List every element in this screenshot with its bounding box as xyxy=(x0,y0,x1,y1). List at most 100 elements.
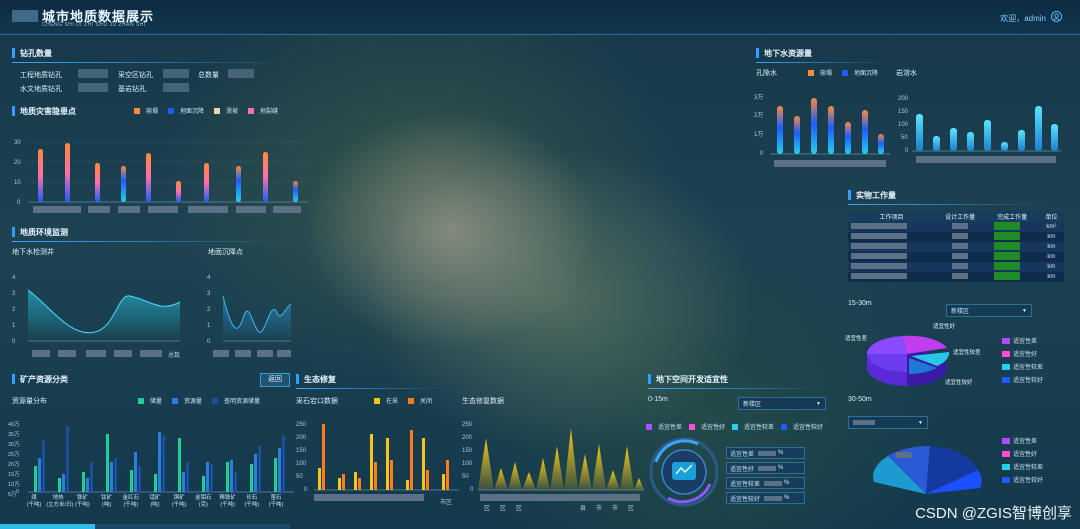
x-tick: 钛矿 (吨) xyxy=(101,495,113,508)
legend-item: 适宜性较好 xyxy=(1002,373,1043,386)
x-tick: 煤 (千吨) xyxy=(26,495,42,508)
legend-label: 适宜性较差 xyxy=(744,425,775,431)
suitability-gauge xyxy=(649,437,719,507)
legend-swatch xyxy=(1002,437,1010,444)
mineral-bar xyxy=(182,472,185,492)
table-row[interactable]: km xyxy=(848,262,1064,272)
workload-table: 工作项目 设计工作量 完成工作量 单位 km² km km km km km xyxy=(848,211,1064,282)
quarry-bar xyxy=(374,462,377,490)
completed-value xyxy=(994,272,1021,280)
table-row[interactable]: km² xyxy=(848,222,1064,232)
y-tick: 200 xyxy=(462,435,473,441)
legend-swatch xyxy=(1002,476,1010,483)
back-button[interactable]: 返回 xyxy=(260,373,290,387)
header: 城市地质数据展示 CHENG SHI DI ZHI SHU JU ZHAN SH… xyxy=(0,0,1080,35)
hazard-bar xyxy=(38,149,43,202)
district-select-2[interactable]: 新楼区 ▼ xyxy=(946,304,1032,317)
unit: km xyxy=(1047,264,1056,270)
hazard-bar xyxy=(263,152,268,202)
percent-sign: % xyxy=(778,450,784,456)
unit: km xyxy=(1047,244,1056,250)
mineral-bar xyxy=(206,462,209,492)
x-tick: 市 xyxy=(612,504,618,512)
suitability-legend-2: 适宜性差 适宜性好 适宜性较差 适宜性较好 xyxy=(1002,434,1043,486)
legend-swatch xyxy=(1002,337,1010,344)
mineral-bar xyxy=(282,436,285,492)
y-tick: 4 xyxy=(12,275,16,281)
mineral-bar xyxy=(42,440,45,492)
y-tick: 50 xyxy=(462,474,469,480)
quarry-bar xyxy=(354,472,357,490)
y-tick: 1 xyxy=(207,323,211,329)
section-eco: 生态修复 xyxy=(296,372,446,389)
groundwater-legend: 崩塌 地面沉降 xyxy=(808,68,878,77)
y-tick: 0 xyxy=(304,487,308,493)
user-icon[interactable] xyxy=(1051,11,1062,22)
legend-label: 地面沉降 xyxy=(854,71,879,77)
page-subtitle: CHENG SHI DI ZHI SHU JU ZHAN SHI xyxy=(42,22,146,28)
karst-water-label: 岩溶水 xyxy=(896,70,917,77)
restore-peak xyxy=(592,444,606,490)
karst-bar xyxy=(916,114,923,151)
welcome-text[interactable]: 欢迎，admin xyxy=(1000,13,1046,24)
x-tick: 区 xyxy=(500,505,506,512)
resource-dist-label: 资源量分布 xyxy=(12,398,47,405)
drill-value xyxy=(163,69,189,78)
legend-label: 适宜性较好 xyxy=(1013,478,1044,484)
restore-peak xyxy=(564,428,578,490)
suitability-row-label: 适宜性好 xyxy=(730,466,755,473)
mineral-bar xyxy=(106,434,109,492)
y-tick: 1 xyxy=(12,323,16,329)
bottom-scrollbar[interactable] xyxy=(0,524,290,529)
table-row[interactable]: km xyxy=(848,242,1064,252)
table-row[interactable]: km xyxy=(848,272,1064,282)
legend-label: 适宜性好 xyxy=(701,425,726,431)
under-legend: 适宜性差 适宜性好 适宜性较差 适宜性较好 xyxy=(646,422,823,431)
quarry-bar xyxy=(422,438,425,490)
mineral-bar xyxy=(250,464,253,492)
district-select-3[interactable]: ▼ xyxy=(848,416,928,429)
mineral-bar xyxy=(258,446,261,492)
suitability-legend-1: 适宜性差 适宜性好 适宜性较差 适宜性较好 xyxy=(1002,334,1043,386)
suitability-value xyxy=(758,465,777,471)
quarry-bar xyxy=(410,430,413,490)
x-tick: 铁矿 (千吨) xyxy=(75,495,90,508)
mineral-bar xyxy=(62,474,65,492)
mineral-bar xyxy=(114,458,117,492)
quarry-bar xyxy=(426,470,429,490)
section-title: 地下空间开发适宜性 xyxy=(656,374,728,384)
mineral-bar xyxy=(86,478,89,492)
percent-sign: % xyxy=(784,480,790,486)
section-title: 地下水资源量 xyxy=(764,48,812,58)
legend-label: 适宜性较差 xyxy=(1013,365,1044,371)
y-tick: 100 xyxy=(898,122,909,128)
mineral-bar xyxy=(254,454,257,492)
percent-sign: % xyxy=(778,465,784,471)
depth-label-3: 30-50m xyxy=(848,396,872,403)
legend-label: 适宜性好 xyxy=(1013,352,1038,358)
mineral-bar xyxy=(278,448,281,492)
scrollbar-thumb[interactable] xyxy=(0,524,95,529)
table-row[interactable]: km xyxy=(848,252,1064,262)
pie-label: 适宜性较差 xyxy=(953,348,981,356)
quarry-bar xyxy=(390,460,393,490)
y-tick: 100 xyxy=(462,461,473,467)
section-env: 地质环境监测 xyxy=(12,225,292,242)
legend-label: 在采 xyxy=(386,399,399,405)
y-tick: 25万 xyxy=(8,451,20,458)
karst-bar xyxy=(1035,106,1042,151)
district-value: 新楼区 xyxy=(951,309,970,315)
section-title: 矿产资源分类 xyxy=(20,374,68,384)
mineral-bar xyxy=(178,438,181,492)
hazard-legend: 崩塌 地面沉降 滑坡 地裂缝 xyxy=(134,106,278,115)
table-row[interactable]: km xyxy=(848,232,1064,242)
mineral-bar xyxy=(210,464,213,492)
legend-swatch xyxy=(1002,450,1010,457)
quarry-bar xyxy=(338,478,341,490)
drill-value xyxy=(228,69,254,78)
pie-slice xyxy=(903,335,947,354)
district-select[interactable]: 新楼区 ▼ xyxy=(738,397,826,410)
hazard-bar xyxy=(121,166,126,202)
y-tick: 3 xyxy=(207,291,211,297)
unit: km xyxy=(1047,274,1056,280)
